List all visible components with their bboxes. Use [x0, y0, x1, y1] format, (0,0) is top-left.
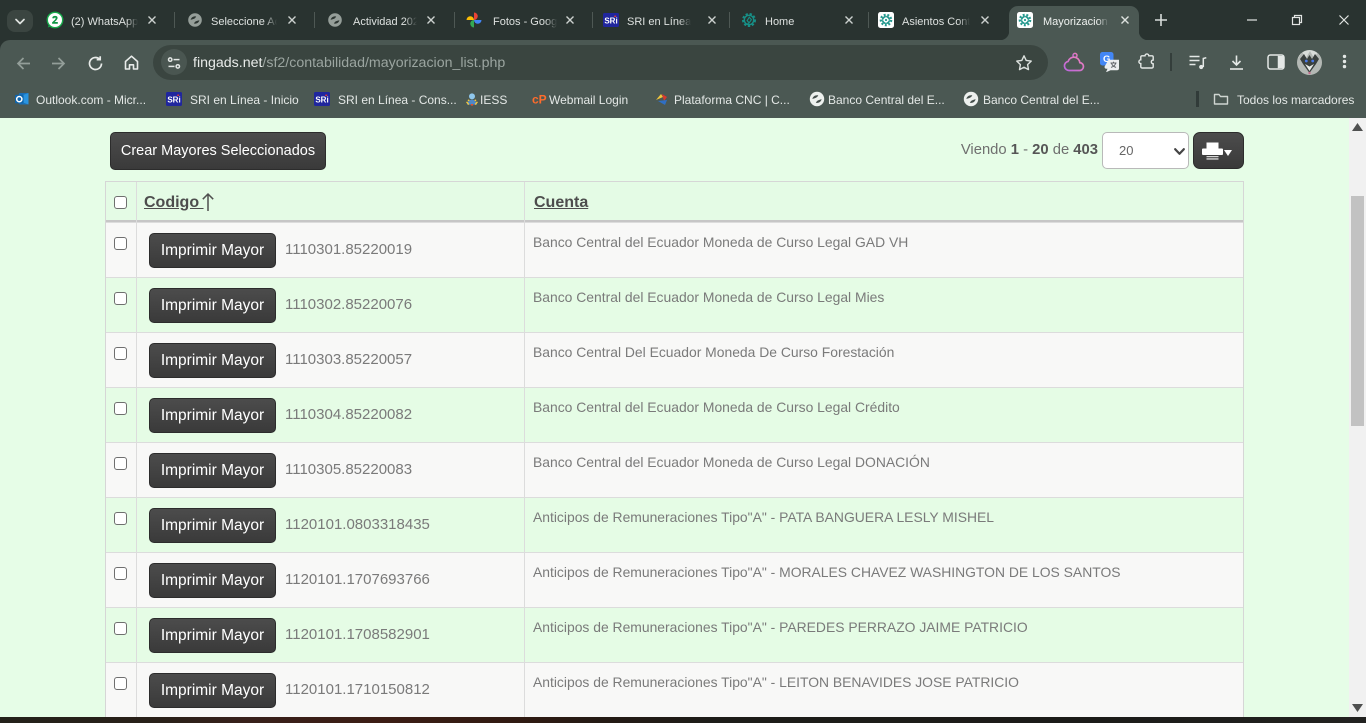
svg-text:SRi: SRi	[315, 96, 328, 105]
svg-text:SRi: SRi	[604, 17, 617, 26]
svg-text:SRi: SRi	[167, 96, 180, 105]
svg-text:cP: cP	[532, 93, 547, 107]
